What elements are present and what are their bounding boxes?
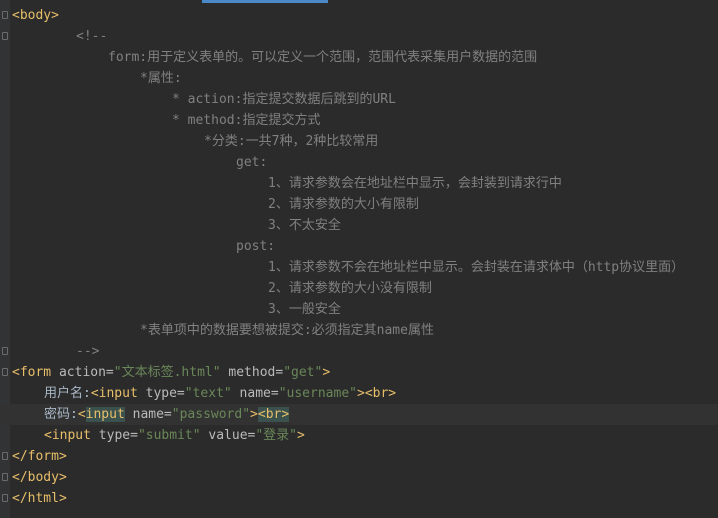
code-line-text: 密码:<input name="password"><br> [44, 404, 290, 425]
code-line[interactable]: 3、不太安全 [0, 215, 718, 236]
code-line[interactable]: * method:指定提交方式 [0, 110, 718, 131]
code-line[interactable]: get: [0, 152, 718, 173]
code-token: <body> [12, 8, 59, 23]
code-token: action= [58, 365, 114, 380]
code-token: > [322, 365, 331, 380]
code-line[interactable]: * action:指定提交数据后跳到的URL [0, 89, 718, 110]
code-token: 3、一般安全 [268, 302, 341, 317]
code-token: "password" [171, 407, 251, 422]
code-line[interactable]: <!-- [0, 26, 718, 47]
code-line[interactable]: 用户名:<input type="text" name="username"><… [0, 383, 718, 404]
code-line-text: * method:指定提交方式 [172, 110, 320, 131]
code-line[interactable]: </html> [0, 488, 718, 509]
code-line-text: 1、请求参数不会在地址栏中显示。会封装在请求体中（http协议里面） [268, 257, 684, 278]
code-token: </body> [12, 470, 67, 485]
code-token: <br> [257, 407, 290, 422]
code-line-text: <input type="submit" value="登录"> [44, 425, 305, 446]
code-token: "submit" [137, 428, 201, 443]
code-token: "text" [184, 386, 232, 401]
code-line[interactable]: 3、一般安全 [0, 299, 718, 320]
code-line[interactable]: <form action="文本标签.html" method="get"> [0, 362, 718, 383]
code-token: "文本标签.html" [113, 365, 221, 380]
code-token: 3、不太安全 [268, 218, 341, 233]
code-token: "登录" [255, 428, 298, 443]
code-line-text: get: [236, 152, 267, 173]
code-line-text: *表单项中的数据要想被提交:必须指定其name属性 [140, 320, 434, 341]
code-line-text: 2、请求参数的大小没有限制 [268, 278, 432, 299]
code-token: form:用于定义表单的。可以定义一个范围，范围代表采集用户数据的范围 [108, 50, 538, 65]
code-token: *分类:一共7种，2种比较常用 [204, 134, 379, 149]
code-token: * method:指定提交方式 [172, 113, 321, 128]
code-line[interactable]: </body> [0, 467, 718, 488]
code-line-text: </form> [12, 446, 67, 467]
code-line[interactable]: 密码:<input name="password"><br> [0, 404, 718, 425]
code-line[interactable]: 1、请求参数不会在地址栏中显示。会封装在请求体中（http协议里面） [0, 257, 718, 278]
code-token: </form> [12, 449, 67, 464]
code-token: > [297, 428, 305, 443]
code-line-text: </html> [12, 488, 67, 509]
editor-tab-strip [0, 0, 718, 4]
code-line[interactable]: <body> [0, 5, 718, 26]
code-token: 2、请求参数的大小有限制 [268, 197, 419, 212]
active-tab-indicator [202, 0, 328, 3]
code-line-text: </body> [12, 467, 67, 488]
code-token: get: [236, 155, 268, 170]
code-token: < [77, 407, 86, 422]
code-line[interactable]: *属性: [0, 68, 718, 89]
code-line-text: --> [76, 341, 99, 362]
code-line[interactable]: 2、请求参数的大小有限制 [0, 194, 718, 215]
code-line-text: *分类:一共7种，2种比较常用 [204, 131, 378, 152]
code-token: * action:指定提交数据后跳到的URL [172, 92, 396, 107]
code-line-text: form:用于定义表单的。可以定义一个范围，范围代表采集用户数据的范围 [108, 47, 537, 68]
code-token: *表单项中的数据要想被提交:必须指定其name属性 [140, 323, 434, 338]
code-token: <br> [364, 386, 397, 401]
code-line[interactable]: 2、请求参数的大小没有限制 [0, 278, 718, 299]
code-token: <input [90, 386, 146, 401]
code-token: --> [76, 344, 100, 359]
code-line[interactable]: form:用于定义表单的。可以定义一个范围，范围代表采集用户数据的范围 [0, 47, 718, 68]
code-token: type= [145, 386, 185, 401]
code-token: > [356, 386, 365, 401]
code-token: <input [44, 428, 99, 443]
code-token: <form [12, 365, 59, 380]
code-token: <!-- [76, 29, 108, 44]
code-token: </html> [12, 491, 67, 506]
code-line[interactable]: *分类:一共7种，2种比较常用 [0, 131, 718, 152]
code-line-text: 3、不太安全 [268, 215, 341, 236]
code-line-text: 用户名:<input type="text" name="username"><… [44, 383, 396, 404]
code-line[interactable]: *表单项中的数据要想被提交:必须指定其name属性 [0, 320, 718, 341]
code-token: 密码: [44, 407, 78, 422]
code-line-text: post: [236, 236, 275, 257]
code-line[interactable]: 1、请求参数会在地址栏中显示，会封装到请求行中 [0, 173, 718, 194]
code-token: 1、请求参数会在地址栏中显示，会封装到请求行中 [268, 176, 562, 191]
code-line[interactable]: post: [0, 236, 718, 257]
code-line[interactable]: </form> [0, 446, 718, 467]
code-token: "get" [283, 365, 323, 380]
code-token: *属性: [140, 71, 182, 86]
code-token: name= [231, 386, 279, 401]
code-token: "username" [278, 386, 357, 401]
code-line-text: 2、请求参数的大小有限制 [268, 194, 419, 215]
code-token: 用户名: [44, 386, 91, 401]
code-line-text: 3、一般安全 [268, 299, 341, 320]
code-line[interactable]: <input type="submit" value="登录"> [0, 425, 718, 446]
code-token: method= [220, 365, 284, 380]
code-token: > [250, 407, 258, 422]
code-token: type= [98, 428, 138, 443]
code-line[interactable]: --> [0, 341, 718, 362]
code-editor[interactable]: <body> <!-- form:用于定义表单的。可以定义一个范围，范围代表采集用户… [0, 5, 718, 509]
code-token: 1、请求参数不会在地址栏中显示。会封装在请求体中（http协议里面） [268, 260, 685, 275]
code-line-text: *属性: [140, 68, 182, 89]
code-line-text: <form action="文本标签.html" method="get"> [12, 362, 330, 383]
code-line-text: * action:指定提交数据后跳到的URL [172, 89, 396, 110]
code-token: input [85, 407, 125, 422]
code-line-text: <body> [12, 5, 59, 26]
code-token: 2、请求参数的大小没有限制 [268, 281, 432, 296]
code-line-text: <!-- [76, 26, 107, 47]
code-token: post: [236, 239, 276, 254]
code-token: name= [124, 407, 172, 422]
code-token: value= [200, 428, 256, 443]
code-line-text: 1、请求参数会在地址栏中显示，会封装到请求行中 [268, 173, 562, 194]
